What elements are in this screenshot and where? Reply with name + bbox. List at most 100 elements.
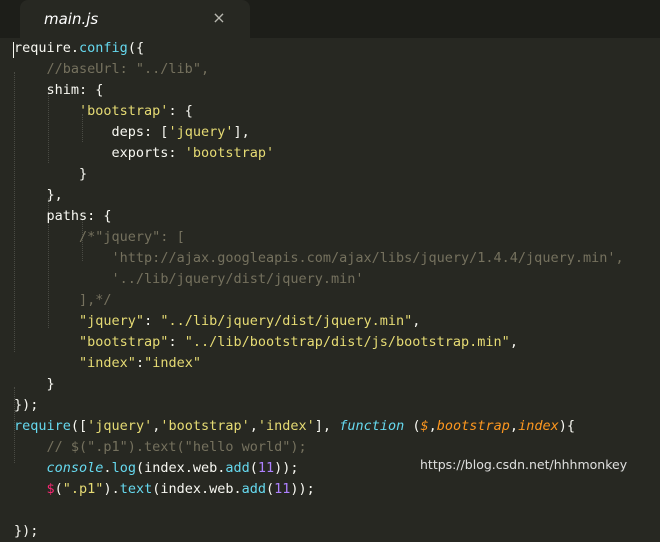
code-token-plain: . [103, 460, 112, 476]
code-token-plain: , [412, 313, 421, 329]
code-token-plain: ( [266, 481, 275, 497]
code-token-func: require [14, 418, 71, 434]
code-line[interactable]: } [14, 374, 55, 395]
code-token-plain: )); [290, 481, 315, 497]
code-token-plain: : [135, 355, 145, 371]
code-token-param: index [518, 418, 559, 434]
code-line[interactable]: shim: { [14, 80, 104, 101]
code-token-dollar: $ [46, 481, 55, 497]
code-token-string: ".p1" [62, 481, 104, 497]
code-token-string: 'jquery' [168, 124, 234, 140]
code-token-plain: (index.web. [152, 481, 242, 497]
code-token-plain: ], [314, 418, 340, 434]
code-line[interactable]: "index":"index" [14, 353, 201, 374]
code-token-plain: (index.web. [135, 460, 226, 476]
code-editor[interactable]: require.config({ //baseUrl: "../lib", sh… [0, 38, 660, 539]
tab-main-js[interactable]: main.js × [20, 0, 250, 38]
code-token-param: $ [420, 418, 429, 434]
tab-bar: main.js × [0, 0, 660, 38]
code-token-string: 'bootstrap' [160, 418, 250, 434]
code-token-comment: ],*/ [79, 292, 112, 308]
code-token-plain: }); [14, 523, 39, 539]
code-token-string: "../lib/jquery/dist/jquery.min" [160, 313, 413, 329]
code-token-plain: } [14, 166, 88, 182]
code-line[interactable]: }); [14, 395, 38, 416]
text-cursor [13, 42, 14, 58]
code-line[interactable]: paths: { [14, 206, 112, 227]
code-line[interactable]: }); [14, 521, 38, 542]
code-line[interactable]: exports: 'bootstrap' [14, 143, 275, 164]
code-token-plain: ({ [127, 40, 145, 56]
code-token-string: 'jquery' [87, 418, 153, 434]
code-line[interactable]: require(['jquery','bootstrap','index'], … [14, 416, 575, 437]
code-line[interactable]: 'http://ajax.googleapis.com/ajax/libs/jq… [14, 248, 624, 269]
code-token-plain: exports: [14, 145, 185, 161]
tab-title[interactable]: main.js [44, 10, 98, 28]
code-line[interactable]: console.log(index.web.add(11)); [14, 458, 299, 479]
code-token-string: "index" [79, 355, 136, 371]
code-token-plain: )); [274, 460, 299, 476]
code-line[interactable]: "jquery": "../lib/jquery/dist/jquery.min… [14, 311, 420, 332]
code-token-plain: } [14, 376, 55, 392]
close-icon[interactable]: × [210, 9, 228, 27]
code-token-string: "bootstrap" [79, 334, 169, 350]
code-token-comment: /*"jquery": [ [79, 229, 185, 245]
code-token-plain: ([ [70, 418, 88, 434]
code-line[interactable]: // $(".p1").text("hello world"); [14, 437, 307, 458]
code-token-plain: ). [103, 481, 120, 497]
code-token-plain: , [249, 418, 258, 434]
code-token-func: add [241, 481, 267, 497]
code-token-plain: }, [14, 187, 63, 203]
code-line[interactable]: /*"jquery": [ [14, 227, 185, 248]
code-token-param: bootstrap [436, 418, 510, 434]
code-token-comment: //baseUrl: "../lib", [46, 61, 210, 77]
code-line[interactable]: } [14, 164, 87, 185]
code-token-plain: paths: { [14, 208, 112, 224]
code-token-plain: ( [54, 481, 63, 497]
code-token-plain: ( [404, 418, 421, 434]
code-line[interactable]: '../lib/jquery/dist/jquery.min' [14, 269, 364, 290]
code-token-plain: : { [168, 103, 193, 119]
code-line[interactable]: 'bootstrap': { [14, 101, 193, 122]
code-token-builtin: console [46, 460, 104, 476]
code-token-plain: . [70, 40, 80, 56]
code-token-number: 11 [257, 460, 275, 476]
code-token-comment: 'http://ajax.googleapis.com/ajax/libs/jq… [111, 250, 624, 266]
code-line[interactable]: $(".p1").text(index.web.add(11)); [14, 479, 315, 500]
code-token-func: log [111, 460, 136, 476]
code-line[interactable]: "bootstrap": "../lib/bootstrap/dist/js/b… [14, 332, 518, 353]
code-line[interactable]: require.config({ [14, 38, 144, 59]
watermark-url: https://blog.csdn.net/hhhmonkey [420, 457, 628, 472]
code-line[interactable]: ],*/ [14, 290, 112, 311]
code-line[interactable]: }, [14, 185, 63, 206]
code-token-comment: // $(".p1").text("hello world"); [46, 439, 307, 455]
code-token-string: 'index' [257, 418, 315, 434]
code-token-comment: '../lib/jquery/dist/jquery.min' [111, 271, 364, 287]
code-token-keyword: function [339, 418, 405, 434]
code-token-func: text [119, 481, 153, 497]
code-token-plain: shim: { [14, 82, 104, 98]
code-token-plain: , [428, 418, 437, 434]
code-token-plain: ], [233, 124, 250, 140]
code-token-plain: , [509, 418, 519, 434]
code-token-string: 'bootstrap' [79, 103, 169, 119]
code-token-func: add [225, 460, 250, 476]
code-token-plain: , [509, 334, 518, 350]
code-token-number: 11 [274, 481, 291, 497]
code-token-plain: : [168, 334, 185, 350]
code-token-string: 'bootstrap' [184, 145, 275, 161]
code-token-string: "jquery" [79, 313, 145, 329]
code-line[interactable]: deps: ['jquery'], [14, 122, 250, 143]
code-line[interactable]: //baseUrl: "../lib", [14, 59, 210, 80]
